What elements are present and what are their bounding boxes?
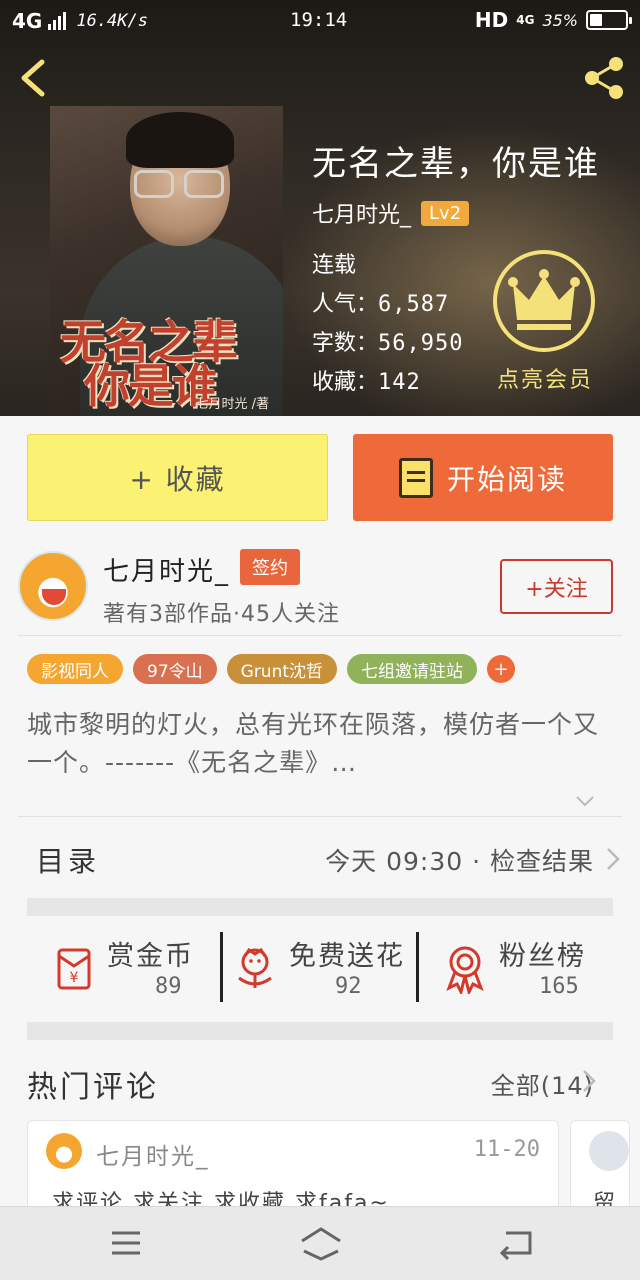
battery-fill <box>590 14 602 26</box>
serial-status: 连载 <box>312 253 357 278</box>
back-icon <box>21 59 45 97</box>
chevron-down-icon <box>576 796 594 807</box>
hot-comments-title: 热门评论 <box>27 1070 159 1105</box>
svg-text:¥: ¥ <box>70 970 79 986</box>
book-stats: 连载 人气：6,587 字数：56,950 收藏：142 <box>312 246 464 402</box>
cover-glasses-left <box>134 170 174 198</box>
book-detail-main: + 收藏 开始阅读 七月时光_ 签约 著有3部作品·45人关注 +关注 影视同人… <box>0 416 640 1220</box>
reward-row: ¥ 赏金币 89 免费送花 92 粉丝榜 165 <box>27 932 613 1022</box>
author-level-badge: Lv2 <box>421 200 470 226</box>
status-right: HD 4G 35% <box>474 8 632 32</box>
table-of-contents-row[interactable]: 目录 今天 09:30 · 检查结果 <box>0 816 640 902</box>
return-icon <box>499 1231 532 1261</box>
author-card-name[interactable]: 七月时光_ <box>103 551 230 588</box>
all-comments-link[interactable]: 全部(14) <box>491 1066 594 1101</box>
medal-icon <box>446 946 484 994</box>
tag-chip[interactable]: 七组邀请驻站 <box>347 654 478 684</box>
comment-avatar <box>46 1133 82 1169</box>
network-speed: 16.4K/s <box>76 11 148 31</box>
flower-icon <box>238 947 272 988</box>
comment-card[interactable]: 七月时光_ 11-20 求评论 求关注 求收藏 求fafa~ <box>27 1120 559 1220</box>
signed-badge: 签约 <box>240 549 300 585</box>
chevron-right-icon <box>607 848 620 870</box>
tag-chip[interactable]: Grunt沈哲 <box>226 654 338 684</box>
clock: 19:14 <box>290 9 348 31</box>
start-reading-label: 开始阅读 <box>446 462 567 496</box>
menu-button[interactable] <box>106 1225 146 1261</box>
section-separator <box>27 1022 613 1040</box>
comment-card[interactable]: 留 <box>570 1120 630 1220</box>
tag-chip[interactable]: 97令山 <box>133 654 217 684</box>
author-meta: 著有3部作品·45人关注 <box>103 602 340 627</box>
reward-fans-count: 165 <box>539 974 579 999</box>
tag-list: 影视同人 97令山 Grunt沈哲 七组邀请驻站 + <box>27 654 516 684</box>
home-icon <box>301 1227 341 1261</box>
signal-icon <box>48 12 67 30</box>
divider <box>220 932 223 1002</box>
crown-icon <box>508 269 580 330</box>
chevron-right-icon <box>583 1070 596 1092</box>
divider <box>416 932 419 1002</box>
collects-label: 收藏： <box>312 370 379 395</box>
collects-value: 142 <box>378 370 421 395</box>
collects-stat: 收藏：142 <box>312 363 464 402</box>
network-type: 4G <box>12 9 43 33</box>
share-icon <box>585 57 623 99</box>
back-button[interactable] <box>14 56 54 100</box>
expand-intro-button[interactable] <box>574 790 596 812</box>
battery-percent: 35% <box>542 10 578 30</box>
home-button[interactable] <box>298 1225 344 1261</box>
system-nav-bar <box>0 1206 640 1280</box>
vip-button[interactable] <box>493 250 595 352</box>
cover-figure-hair <box>126 112 234 168</box>
comment-date: 11-20 <box>473 1137 540 1162</box>
section-separator <box>27 898 613 916</box>
reward-fans-label: 粉丝榜 <box>499 941 586 972</box>
book-intro[interactable]: 城市黎明的灯火，总有光环在陨落，模仿者一个又一个。-------《无名之辈》… <box>27 706 617 782</box>
popularity-value: 6,587 <box>378 292 450 317</box>
red-envelope-icon: ¥ <box>57 948 91 990</box>
words-stat: 字数：56,950 <box>312 324 464 363</box>
reward-flowers-label: 免费送花 <box>289 941 405 972</box>
follow-button[interactable]: +关注 <box>500 559 613 614</box>
reward-fans-rank[interactable]: 粉丝榜 165 <box>443 932 613 1022</box>
popularity-stat: 人气：6,587 <box>312 285 464 324</box>
toc-latest-chapter: 今天 09:30 · 检查结果 <box>325 847 594 876</box>
collect-label: + 收藏 <box>129 462 226 496</box>
reward-coins-count: 89 <box>155 974 182 999</box>
words-value: 56,950 <box>378 331 464 356</box>
cover-author: 七月时光 /著 <box>195 397 269 412</box>
tag-chip[interactable]: 影视同人 <box>27 654 123 684</box>
author-avatar[interactable] <box>18 551 88 621</box>
status-left: 4G 16.4K/s <box>12 9 148 33</box>
return-button[interactable] <box>496 1225 536 1261</box>
book-icon <box>398 457 433 498</box>
reward-flowers[interactable]: 免费送花 92 <box>233 932 413 1022</box>
menu-icon <box>112 1231 140 1255</box>
toc-label: 目录 <box>36 845 101 878</box>
popularity-label: 人气： <box>312 292 379 317</box>
divider <box>18 635 622 636</box>
vip-label[interactable]: 点亮会员 <box>497 362 593 394</box>
book-header: 4G 16.4K/s 19:14 HD 4G 35% 无名之辈 你是谁 七月时光… <box>0 0 640 416</box>
reward-coins[interactable]: ¥ 赏金币 89 <box>47 932 217 1022</box>
words-label: 字数： <box>312 331 379 356</box>
author-line: 七月时光_ Lv2 <box>312 197 470 229</box>
cover-glasses-right <box>184 170 224 198</box>
reward-flowers-count: 92 <box>335 974 362 999</box>
reward-coins-label: 赏金币 <box>107 941 194 972</box>
comment-avatar <box>589 1131 629 1171</box>
battery-icon <box>586 10 632 30</box>
collect-button[interactable]: + 收藏 <box>27 434 328 521</box>
book-author[interactable]: 七月时光_ <box>312 197 411 229</box>
hd-indicator: HD <box>474 8 509 32</box>
comment-user: 七月时光_ <box>96 1144 210 1170</box>
share-button[interactable] <box>580 54 628 102</box>
mobile-data-indicator: 4G <box>516 13 535 27</box>
add-tag-button[interactable]: + <box>487 655 516 683</box>
status-bar: 4G 16.4K/s 19:14 HD 4G 35% <box>0 0 640 42</box>
start-reading-button[interactable]: 开始阅读 <box>353 434 613 521</box>
book-cover[interactable]: 无名之辈 你是谁 七月时光 /著 <box>50 106 283 416</box>
book-title: 无名之辈，你是谁 <box>312 144 600 184</box>
